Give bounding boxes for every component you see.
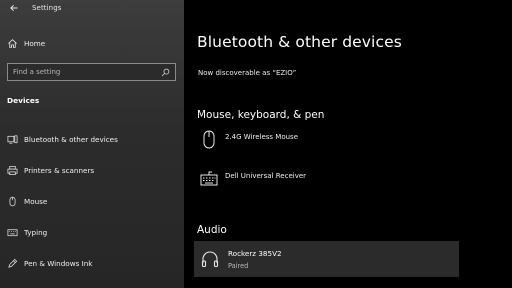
mouse-icon xyxy=(198,129,220,151)
search-box[interactable] xyxy=(7,63,176,81)
title-bar: Settings xyxy=(0,0,184,16)
headphones-icon xyxy=(199,248,221,270)
sidebar-item-home[interactable]: Home xyxy=(0,32,184,54)
window-title: Settings xyxy=(32,4,62,12)
device-name: Dell Universal Receiver xyxy=(225,172,307,180)
sidebar-item-label: Printers & scanners xyxy=(24,165,95,175)
device-name: 2.4G Wireless Mouse xyxy=(225,133,299,141)
device-name: Rockerz 385V2 xyxy=(228,248,282,258)
mouse-icon xyxy=(6,195,18,207)
sidebar-item-label: Bluetooth & other devices xyxy=(24,134,118,144)
device-item-mouse[interactable]: 2.4G Wireless Mouse xyxy=(198,129,298,151)
back-arrow-icon xyxy=(10,4,18,12)
keyboard-icon xyxy=(6,226,18,238)
group-heading-audio: Audio xyxy=(197,224,227,236)
back-button[interactable] xyxy=(7,1,21,15)
sidebar-item-bluetooth[interactable]: Bluetooth & other devices xyxy=(0,128,184,150)
device-item-headphones[interactable]: Rockerz 385V2 Paired xyxy=(194,241,459,277)
page-title: Bluetooth & other devices xyxy=(197,33,402,51)
sidebar-item-pen[interactable]: Pen & Windows Ink xyxy=(0,252,184,274)
device-status: Paired xyxy=(228,261,249,270)
sidebar-item-typing[interactable]: Typing xyxy=(0,221,184,243)
home-icon xyxy=(6,37,18,49)
sidebar: Settings Home Devices xyxy=(0,0,184,288)
device-info: Rockerz 385V2 Paired xyxy=(228,249,282,270)
main-content: Bluetooth & other devices Now discoverab… xyxy=(184,0,512,288)
keyboard-icon xyxy=(198,168,220,190)
section-heading-devices: Devices xyxy=(7,96,40,105)
sidebar-item-label: Typing xyxy=(24,227,48,237)
sidebar-item-label: Mouse xyxy=(24,196,48,206)
sidebar-item-printers[interactable]: Printers & scanners xyxy=(0,159,184,181)
sidebar-item-label: Home xyxy=(24,38,46,48)
discoverable-status: Now discoverable as “EZIO” xyxy=(198,69,297,77)
sidebar-item-mouse[interactable]: Mouse xyxy=(0,190,184,212)
settings-window: Settings Home Devices xyxy=(0,0,512,288)
bluetooth-devices-icon xyxy=(6,133,18,145)
search-icon[interactable] xyxy=(158,65,172,79)
pen-icon xyxy=(6,257,18,269)
search-input[interactable] xyxy=(8,68,158,76)
group-heading-input-devices: Mouse, keyboard, & pen xyxy=(197,109,325,121)
sidebar-item-label: Pen & Windows Ink xyxy=(24,258,93,268)
printer-icon xyxy=(6,164,18,176)
device-item-receiver[interactable]: Dell Universal Receiver xyxy=(198,168,306,190)
